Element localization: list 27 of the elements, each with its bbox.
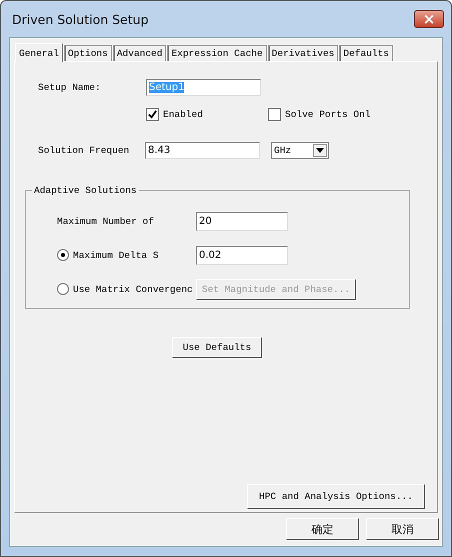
tab[interactable]: Advanced — [112, 45, 166, 61]
radio-button[interactable] — [57, 249, 69, 261]
tab[interactable]: Derivatives — [268, 45, 338, 61]
tab[interactable]: Options — [64, 45, 112, 61]
tab[interactable]: Defaults — [339, 45, 393, 61]
hpc-options-button[interactable]: HPC and Analysis Options... — [247, 484, 425, 509]
setup-name-label: Setup Name: — [37, 82, 102, 93]
dialog-button[interactable]: 取消 — [366, 518, 439, 540]
checkbox-label: Enabled — [163, 109, 203, 120]
dialog-button[interactable]: 确定 — [286, 518, 359, 540]
checkbox[interactable] — [146, 108, 159, 121]
checkbox-label: Solve Ports Onl — [285, 109, 371, 120]
tab[interactable]: General — [15, 43, 63, 62]
group-title: Adaptive Solutions — [33, 185, 138, 196]
max-passes-label: Maximum Number of — [56, 216, 155, 226]
radio-label: Maximum Delta S — [73, 250, 159, 260]
max-passes-field[interactable]: 20 — [196, 212, 288, 230]
use-defaults-button[interactable]: Use Defaults — [172, 337, 262, 358]
frequency-field[interactable]: 8.43 — [145, 142, 260, 159]
checkbox[interactable] — [268, 108, 281, 121]
frequency-label: Solution Frequen — [37, 145, 130, 156]
delta-s-field[interactable]: 0.02 — [196, 246, 288, 264]
unit-dropdown[interactable]: GHz — [271, 142, 329, 159]
radio-label: Use Matrix Convergenc — [73, 284, 193, 294]
window-title: Driven Solution Setup — [11, 12, 148, 26]
dropdown-arrow-icon — [316, 148, 324, 153]
tab[interactable]: Expression Cache — [167, 45, 267, 61]
